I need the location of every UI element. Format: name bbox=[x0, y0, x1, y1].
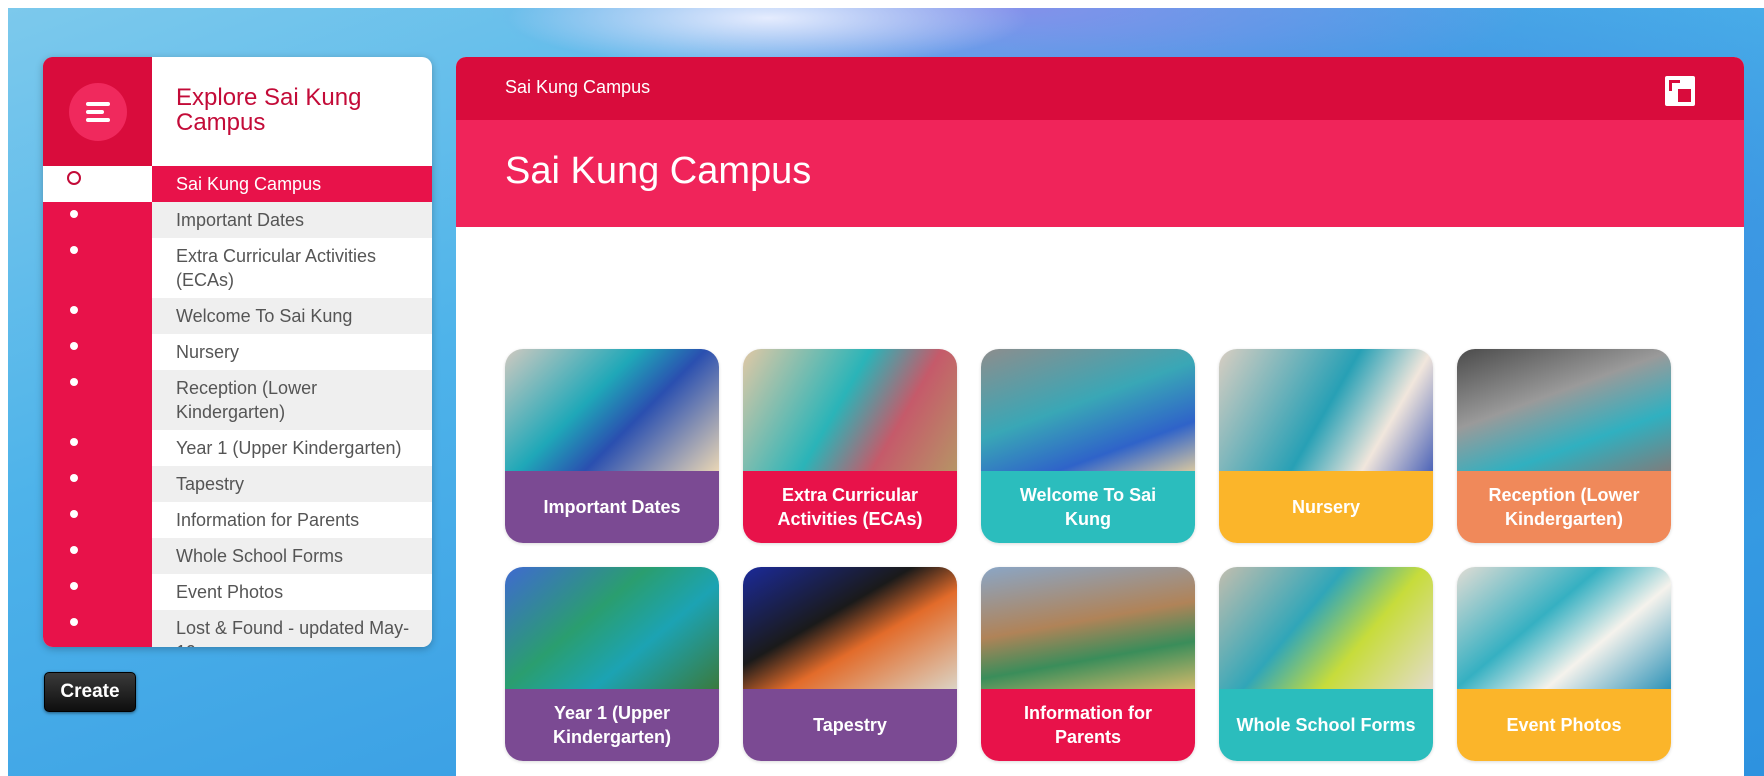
sidebar-item-label: Tapestry bbox=[152, 466, 432, 502]
tile-label: Tapestry bbox=[743, 689, 957, 761]
sidebar: Explore Sai Kung Campus Sai Kung Campus … bbox=[43, 57, 432, 647]
tile-photo bbox=[981, 349, 1195, 471]
sidebar-item-label: Whole School Forms bbox=[152, 538, 432, 574]
tile-photo bbox=[743, 567, 957, 689]
sidebar-item-label: Event Photos bbox=[152, 574, 432, 610]
sidebar-nav: Sai Kung Campus Important Dates Extra Cu… bbox=[43, 166, 432, 647]
sidebar-item-label: Sai Kung Campus bbox=[152, 166, 432, 202]
sidebar-item-label: Welcome To Sai Kung bbox=[152, 298, 432, 334]
sidebar-item-label: Important Dates bbox=[152, 202, 432, 238]
sidebar-item-marker bbox=[43, 430, 152, 466]
sidebar-item-marker bbox=[43, 298, 152, 334]
sidebar-title: Explore Sai Kung Campus bbox=[176, 84, 362, 136]
dot-icon bbox=[70, 378, 78, 386]
dot-icon bbox=[70, 510, 78, 518]
dot-icon bbox=[70, 438, 78, 446]
sidebar-item-label: Reception (Lower Kindergarten) bbox=[152, 370, 432, 430]
tile-photo bbox=[1219, 349, 1433, 471]
sidebar-item-nursery[interactable]: Nursery bbox=[43, 334, 432, 370]
expand-square bbox=[1678, 89, 1691, 102]
create-button[interactable]: Create bbox=[44, 672, 136, 712]
tile-welcome[interactable]: Welcome To Sai Kung bbox=[981, 349, 1195, 543]
tile-photo bbox=[981, 567, 1195, 689]
sidebar-item-label: Year 1 (Upper Kindergarten) bbox=[152, 430, 432, 466]
tile-nursery[interactable]: Nursery bbox=[1219, 349, 1433, 543]
tile-important-dates[interactable]: Important Dates bbox=[505, 349, 719, 543]
sidebar-item-information-for-parents[interactable]: Information for Parents bbox=[43, 502, 432, 538]
sidebar-item-year-1[interactable]: Year 1 (Upper Kindergarten) bbox=[43, 430, 432, 466]
expand-icon[interactable] bbox=[1665, 76, 1695, 106]
sidebar-item-marker bbox=[43, 538, 152, 574]
breadcrumb: Sai Kung Campus bbox=[505, 77, 651, 97]
sidebar-item-label: Lost & Found - updated May-19 bbox=[152, 610, 432, 647]
dot-icon bbox=[70, 246, 78, 254]
sidebar-item-marker bbox=[43, 334, 152, 370]
tile-photo bbox=[1219, 567, 1433, 689]
tile-label: Nursery bbox=[1219, 471, 1433, 543]
tile-photo bbox=[505, 349, 719, 471]
tile-tapestry[interactable]: Tapestry bbox=[743, 567, 957, 761]
tile-label: Whole School Forms bbox=[1219, 689, 1433, 761]
dot-icon bbox=[70, 210, 78, 218]
dot-icon bbox=[70, 306, 78, 314]
hamburger-icon bbox=[86, 98, 110, 126]
tile-photo bbox=[1457, 349, 1671, 471]
sidebar-item-reception[interactable]: Reception (Lower Kindergarten) bbox=[43, 370, 432, 430]
page-title: Sai Kung Campus bbox=[505, 150, 812, 192]
active-dot-icon bbox=[67, 171, 81, 185]
tile-whole-school-forms[interactable]: Whole School Forms bbox=[1219, 567, 1433, 761]
tile-label: Information for Parents bbox=[981, 689, 1195, 761]
tile-label: Extra Curricular Activities (ECAs) bbox=[743, 471, 957, 543]
sidebar-item-marker bbox=[43, 202, 152, 238]
dot-icon bbox=[70, 582, 78, 590]
sidebar-item-label: Information for Parents bbox=[152, 502, 432, 538]
tile-event-photos[interactable]: Event Photos bbox=[1457, 567, 1671, 761]
main-topbar: Sai Kung Campus bbox=[456, 57, 1744, 120]
tile-label: Welcome To Sai Kung bbox=[981, 471, 1195, 543]
sidebar-item-ecas[interactable]: Extra Curricular Activities (ECAs) bbox=[43, 238, 432, 298]
sidebar-item-label: Nursery bbox=[152, 334, 432, 370]
sidebar-item-marker bbox=[43, 370, 152, 430]
tile-photo bbox=[505, 567, 719, 689]
sidebar-item-tapestry[interactable]: Tapestry bbox=[43, 466, 432, 502]
sidebar-item-important-dates[interactable]: Important Dates bbox=[43, 202, 432, 238]
tile-label: Important Dates bbox=[505, 471, 719, 543]
sidebar-item-lost-and-found[interactable]: Lost & Found - updated May-19 bbox=[43, 610, 432, 647]
sidebar-item-marker bbox=[43, 166, 152, 202]
tile-photo bbox=[1457, 567, 1671, 689]
sidebar-item-marker bbox=[43, 238, 152, 298]
sidebar-item-sai-kung-campus[interactable]: Sai Kung Campus bbox=[43, 166, 432, 202]
tile-label: Reception (Lower Kindergarten) bbox=[1457, 471, 1671, 543]
dot-icon bbox=[70, 618, 78, 626]
sidebar-header: Explore Sai Kung Campus bbox=[43, 57, 432, 166]
dot-icon bbox=[70, 546, 78, 554]
dot-icon bbox=[70, 474, 78, 482]
sidebar-item-marker bbox=[43, 466, 152, 502]
tile-reception[interactable]: Reception (Lower Kindergarten) bbox=[1457, 349, 1671, 543]
sidebar-item-marker bbox=[43, 502, 152, 538]
sidebar-item-marker bbox=[43, 574, 152, 610]
sidebar-item-whole-school-forms[interactable]: Whole School Forms bbox=[43, 538, 432, 574]
tile-photo bbox=[743, 349, 957, 471]
main-panel: Sai Kung Campus Sai Kung Campus Importan… bbox=[456, 57, 1744, 776]
sidebar-item-welcome[interactable]: Welcome To Sai Kung bbox=[43, 298, 432, 334]
tile-grid: Important Dates Extra Curricular Activit… bbox=[505, 349, 1671, 761]
tile-year-1[interactable]: Year 1 (Upper Kindergarten) bbox=[505, 567, 719, 761]
sidebar-item-label: Extra Curricular Activities (ECAs) bbox=[152, 238, 432, 298]
sidebar-item-marker bbox=[43, 610, 152, 647]
tile-label: Year 1 (Upper Kindergarten) bbox=[505, 689, 719, 761]
tile-label: Event Photos bbox=[1457, 689, 1671, 761]
sidebar-item-event-photos[interactable]: Event Photos bbox=[43, 574, 432, 610]
menu-button[interactable] bbox=[69, 83, 127, 141]
tile-ecas[interactable]: Extra Curricular Activities (ECAs) bbox=[743, 349, 957, 543]
page-banner: Sai Kung Campus bbox=[456, 120, 1744, 227]
tile-information-for-parents[interactable]: Information for Parents bbox=[981, 567, 1195, 761]
dot-icon bbox=[70, 342, 78, 350]
